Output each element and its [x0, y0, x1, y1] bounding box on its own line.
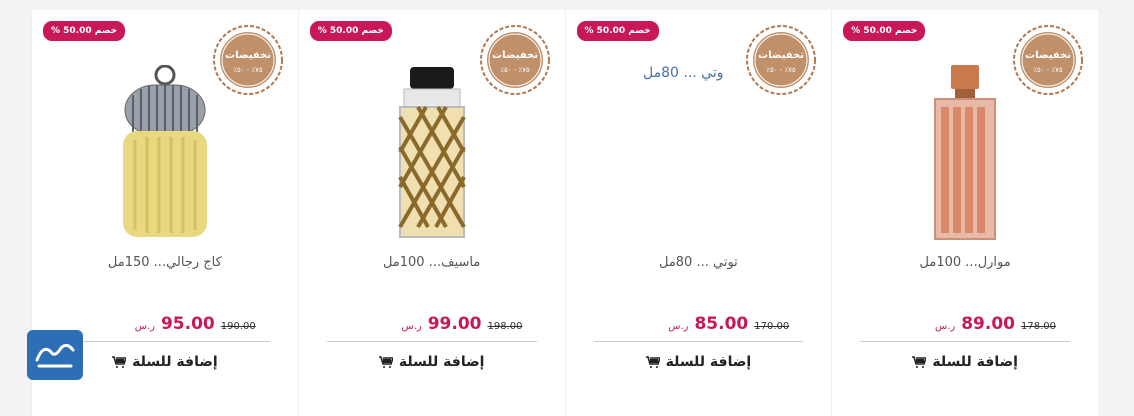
sale-seal-title: تخفيضات	[758, 50, 804, 61]
divider	[60, 341, 270, 342]
sale-seal-icon: تخفيضات ٧٥٪ - ٥٠٪	[212, 25, 283, 95]
product-image[interactable]	[915, 65, 1015, 240]
add-to-cart-label: إضافة للسلة	[398, 354, 485, 370]
sale-price: 89.00	[961, 314, 1015, 334]
sale-seal-icon: تخفيضات ٧٥٪ - ٥٠٪	[746, 25, 817, 95]
product-image[interactable]	[115, 65, 215, 240]
logo-icon	[35, 343, 75, 368]
cart-icon	[645, 356, 660, 368]
product-name[interactable]: توتي ... 80مل	[566, 255, 832, 270]
cart-icon	[912, 356, 927, 368]
divider	[593, 341, 804, 342]
product-card[interactable]: خصم 50.00 % تخفيضات ٧٥٪ - ٥٠٪ ماسيف... 1…	[297, 10, 565, 416]
discount-badge: خصم 50.00 %	[309, 21, 392, 41]
sale-seal-icon: تخفيضات ٧٥٪ - ٥٠٪	[1013, 25, 1083, 95]
currency: ر.س	[935, 321, 956, 332]
sale-seal-range: ٧٥٪ - ٥٠٪	[500, 66, 530, 74]
old-price: 198.00	[487, 321, 523, 332]
divider	[326, 341, 537, 342]
currency: ر.س	[668, 321, 689, 332]
add-to-cart-label: إضافة للسلة	[665, 354, 752, 370]
product-card[interactable]: خصم 50.00 % تخفيضات ٧٥٪ - ٥٠٪ موارل... 1…	[831, 10, 1098, 416]
product-image-alt[interactable]: وتي ... 80مل	[624, 65, 724, 81]
add-to-cart-button[interactable]: إضافة للسلة	[832, 354, 1098, 370]
product-grid: خصم 50.00 % تخفيضات ٧٥٪ - ٥٠٪ موارل... 1…	[31, 10, 1098, 416]
add-to-cart-button[interactable]: إضافة للسلة	[299, 354, 565, 370]
product-card[interactable]: خصم 50.00 % تخفيضات ٧٥٪ - ٥٠٪ وتي ... 80…	[564, 10, 832, 416]
add-to-cart-label: إضافة للسلة	[932, 354, 1018, 370]
discount-badge: خصم 50.00 %	[843, 21, 926, 41]
product-name[interactable]: كاج رجالي... 150مل	[32, 255, 298, 270]
product-name[interactable]: موارل... 100مل	[832, 255, 1098, 270]
site-logo[interactable]	[27, 330, 83, 380]
add-to-cart-label: إضافة للسلة	[132, 354, 218, 370]
discount-badge: خصم 50.00 %	[576, 21, 659, 41]
sale-price: 85.00	[694, 314, 749, 334]
sale-seal-title: تخفيضات	[225, 50, 271, 61]
product-image[interactable]	[382, 65, 482, 240]
currency: ر.س	[401, 321, 422, 332]
cart-icon	[112, 356, 127, 368]
price-row: ر.س 89.00 178.00	[935, 314, 1056, 334]
add-to-cart-button[interactable]: إضافة للسلة	[566, 354, 832, 370]
price-row: ر.س 95.00 190.00	[135, 314, 256, 334]
discount-badge: خصم 50.00 %	[43, 21, 126, 41]
sale-seal-title: تخفيضات	[492, 50, 538, 61]
sale-seal-icon: تخفيضات ٧٥٪ - ٥٠٪	[479, 25, 550, 95]
currency: ر.س	[134, 321, 155, 332]
price-row: ر.س 99.00 198.00	[402, 314, 523, 334]
cart-icon	[378, 356, 393, 368]
sale-seal-title: تخفيضات	[1025, 50, 1071, 61]
old-price: 170.00	[754, 321, 790, 332]
sale-seal-range: ٧٥٪ - ٥٠٪	[1033, 66, 1063, 74]
divider	[860, 341, 1070, 342]
sale-seal-range: ٧٥٪ - ٥٠٪	[233, 66, 263, 74]
old-price: 190.00	[220, 321, 256, 332]
sale-seal-range: ٧٥٪ - ٥٠٪	[766, 66, 796, 74]
sale-price: 95.00	[160, 314, 215, 334]
old-price: 178.00	[1021, 321, 1056, 332]
sale-price: 99.00	[427, 314, 482, 334]
price-row: ر.س 85.00 170.00	[668, 314, 789, 334]
product-name[interactable]: ماسيف... 100مل	[299, 255, 565, 270]
